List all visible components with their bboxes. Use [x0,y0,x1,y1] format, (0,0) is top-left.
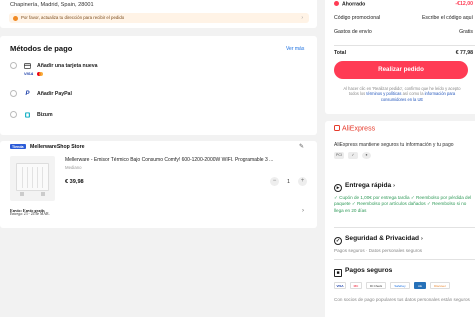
payment-option-label: Añadir PayPal [37,90,72,97]
shipping-cost-row: Gastos de envío Gratis [334,29,475,35]
terms-link[interactable]: términos y políticas [366,91,401,96]
payment-partners-text: Con socios de pago populares tus datos p… [334,297,470,302]
chevron-right-icon[interactable]: › [302,208,304,214]
badge-pci-icon: PCI [334,152,344,159]
truck-icon: ▸ [334,183,342,192]
heater-illustration [16,163,49,191]
order-summary-card: Ahorrado -€12,00 Código promocional Escr… [325,0,475,114]
trust-tagline: AliExpress mantiene seguros tu informaci… [334,142,454,148]
product-price: € 39,98 [65,179,84,185]
savings-label: Ahorrado [342,1,366,8]
shipping-cost-value: Gratis [459,29,473,35]
product-variant: Mediano [65,164,82,170]
delivery-date: Entrega: 23 - 24 de MAR. [10,212,50,216]
shipping-address-card: Chapinería, Madrid, Spain, 28001 Por fav… [0,0,317,28]
divider [334,45,475,46]
promo-code-row[interactable]: Código promocional Escribe el código aqu… [334,15,475,21]
bizum-icon [24,111,31,118]
store-badge: Tienda [10,144,26,150]
address-line: Chapinería, Madrid, Spain, 28001 [10,2,94,8]
product-title[interactable]: Mellerware - Emisor Térmico Bajo Consumo… [65,157,305,163]
savings-row: Ahorrado -€12,00 [334,1,475,8]
quantity-value: 1 [287,178,290,185]
divider [334,227,475,228]
mastercard-logo [37,71,44,76]
idcheck-logo: ID Check [366,282,386,289]
total-row: Total € 77,98 [334,50,475,56]
payment-methods-title: Métodos de pago [10,44,73,53]
total-label: Total [334,50,347,56]
promo-code-input[interactable]: Escribe el código aquí [422,15,473,21]
aliexpress-logo: AliExpress [334,125,375,133]
lock-icon: ■ [334,268,342,277]
payment-methods-card: Métodos de pago Ver más Añadir una tarje… [0,36,317,135]
radio-button[interactable] [10,90,17,97]
badge-shield-icon: ✓ [348,152,358,159]
edit-icon[interactable]: ✎ [299,143,304,150]
product-image[interactable] [10,156,55,201]
legal-text: así como la [402,91,424,97]
radio-button[interactable] [10,62,17,69]
brand-name: AliExpress [342,125,376,133]
discover-logo: Discover [430,282,450,289]
fast-delivery-title[interactable]: ▸ Entrega rápida › [334,182,395,192]
heater-leg [20,192,24,196]
chevron-right-icon: › [421,236,423,242]
shipping-cost-label: Gastos de envío [334,29,372,35]
credit-card-icon [24,62,31,69]
badge-lock-icon: ● [362,152,371,159]
mastercard-logo: MC [350,282,362,289]
address-warning[interactable]: Por favor, actualiza tu dirección para r… [9,13,309,23]
payment-option-label: Añadir una tarjeta nueva [37,62,98,69]
visa-logo: VISA [334,282,346,289]
decrease-quantity-button[interactable]: − [270,177,279,186]
shield-check-icon: ✓ [334,236,342,245]
chevron-right-icon: › [301,14,303,21]
savings-icon [334,1,339,6]
heater-leg [41,192,45,196]
see-more-link[interactable]: Ver más [286,46,304,52]
trust-card: AliExpress AliExpress mantiene seguros t… [325,121,475,317]
payment-option-card[interactable]: Añadir una tarjeta nueva VISA [10,60,300,76]
store-name[interactable]: MellerwareShop Store [30,144,84,150]
accepted-cards: VISA [24,71,44,76]
trust-badges: PCI ✓ ● [334,151,384,161]
card-brand-logos: VISA MC ID Check SafeKey AE Discover [334,282,474,290]
payment-option-label: Bizum [37,111,53,118]
payment-option-paypal[interactable]: P Añadir PayPal [10,88,300,100]
security-privacy-title[interactable]: ✓ Seguridad & Privacidad › [334,235,423,245]
place-order-button[interactable]: Realizar pedido [334,61,468,79]
legal-notice: Al hacer clic en 'Realizar pedido', conf… [338,86,466,102]
chevron-right-icon: › [393,183,396,189]
visa-logo: VISA [24,71,34,76]
paypal-icon: P [25,90,30,97]
privacy-text: Pagos seguros · Datos personales seguros [334,248,423,253]
divider [334,259,475,260]
radio-button[interactable] [10,111,17,118]
delivery-guarantees: ✓ Cupón de 1,00€ por entrega tardía ✓ Re… [334,195,472,213]
safekey-logo: SafeKey [390,282,410,289]
promo-code-label: Código promocional [334,15,381,21]
increase-quantity-button[interactable]: + [298,177,307,186]
payment-option-bizum[interactable]: Bizum [10,109,300,121]
address-warning-text: Por favor, actualiza tu dirección para r… [21,15,125,21]
total-value: € 77,98 [455,50,473,56]
savings-value: -€12,00 [455,1,473,7]
bag-icon [334,125,340,131]
secure-payments-title: ■ Pagos seguros [334,267,392,277]
quantity-stepper: − 1 + [270,177,307,186]
store-order-card: Tienda MellerwareShop Store ✎ Mellerware… [0,141,317,228]
warning-icon [13,15,18,21]
amex-logo: AE [414,282,426,289]
